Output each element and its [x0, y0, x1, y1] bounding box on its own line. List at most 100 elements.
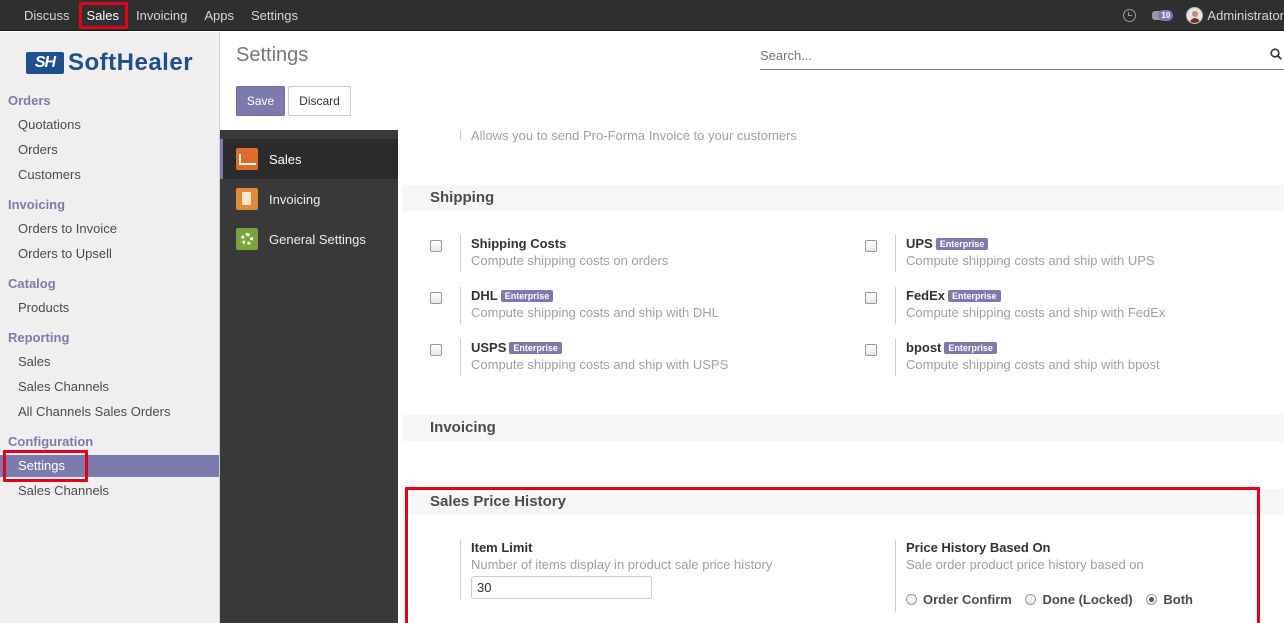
- settings-app-sidebar: Sales Invoicing General Settings: [220, 130, 398, 623]
- gear-icon: [236, 228, 258, 250]
- dhl-checkbox[interactable]: [430, 292, 442, 304]
- app-tab-label: Sales: [269, 151, 302, 167]
- radio-label-done-locked[interactable]: Done (Locked): [1042, 592, 1132, 607]
- search-icon[interactable]: [1270, 48, 1282, 60]
- setting-label: Item Limit: [471, 540, 533, 555]
- user-avatar[interactable]: [1186, 7, 1204, 24]
- setting-label[interactable]: UPS: [906, 236, 933, 251]
- sidebar-item-products[interactable]: Products: [0, 297, 219, 319]
- discard-button[interactable]: Discard: [288, 86, 351, 116]
- app-tab-sales[interactable]: Sales: [220, 139, 398, 179]
- sidebar-item-orders-to-invoice[interactable]: Orders to Invoice: [0, 218, 219, 240]
- sidebar-item-orders[interactable]: Orders: [0, 139, 219, 161]
- setting-shipping-costs: Shipping Costs Compute shipping costs on…: [471, 236, 668, 268]
- setting-description: Compute shipping costs and ship with bpo…: [906, 357, 1160, 372]
- activity-clock-icon[interactable]: [1123, 9, 1137, 22]
- page-title: Settings: [236, 44, 309, 66]
- setting-label[interactable]: bpost: [906, 340, 941, 355]
- chart-line-icon: [236, 148, 258, 170]
- setting-description: Compute shipping costs and ship with UPS: [906, 253, 1155, 268]
- setting-price-history-based-on: Price History Based On Sale order produc…: [906, 540, 1144, 572]
- sidebar-item-config-sales-channels[interactable]: Sales Channels: [0, 480, 219, 502]
- app-tab-general-settings[interactable]: General Settings: [220, 219, 398, 259]
- chat-count-badge: 10: [1158, 9, 1174, 21]
- divider: [460, 287, 461, 324]
- bpost-checkbox[interactable]: [865, 344, 877, 356]
- fedex-checkbox[interactable]: [865, 292, 877, 304]
- setting-description: Sale order product price history based o…: [906, 557, 1144, 572]
- radio-done-locked[interactable]: [1025, 594, 1037, 605]
- setting-label[interactable]: DHL: [471, 288, 498, 303]
- setting-fedex: FedEx Enterprise Compute shipping costs a…: [906, 288, 1165, 320]
- item-limit-input[interactable]: [471, 576, 652, 599]
- sidebar-item-orders-to-upsell[interactable]: Orders to Upsell: [0, 243, 219, 265]
- radio-label-order-confirm[interactable]: Order Confirm: [923, 592, 1012, 607]
- setting-description: Compute shipping costs and ship with Fed…: [906, 305, 1166, 320]
- sidebar-item-quotations[interactable]: Quotations: [0, 114, 219, 136]
- group-title-sales-price-history: Sales Price History: [402, 489, 1284, 515]
- top-navbar: Discuss Sales Invoicing Apps Settings 10…: [0, 0, 1284, 31]
- enterprise-badge: Enterprise: [944, 342, 997, 354]
- divider: [460, 235, 461, 272]
- app-tab-label: General Settings: [269, 231, 366, 247]
- sidebar-item-report-sales-channels[interactable]: Sales Channels: [0, 376, 219, 398]
- setting-label[interactable]: USPS: [471, 340, 506, 355]
- divider: [460, 540, 461, 600]
- setting-item-limit: Item Limit Number of items display in pr…: [471, 540, 772, 572]
- group-title-shipping: Shipping: [402, 185, 1284, 211]
- invoice-document-icon: [236, 188, 258, 210]
- logo-text: SoftHealer: [68, 49, 194, 76]
- divider: [895, 287, 896, 324]
- radio-label-both[interactable]: Both: [1163, 592, 1193, 607]
- enterprise-badge: Enterprise: [509, 342, 562, 354]
- group-title-invoicing: Invoicing: [402, 415, 1284, 441]
- left-sidebar: SH SoftHealer Orders Quotations Orders C…: [0, 32, 220, 623]
- sidebar-section-orders[interactable]: Orders: [8, 93, 51, 108]
- save-button[interactable]: Save: [236, 86, 285, 116]
- divider: [460, 130, 461, 140]
- shipping-costs-checkbox[interactable]: [430, 240, 442, 252]
- sidebar-section-invoicing[interactable]: Invoicing: [8, 197, 65, 212]
- setting-description: Number of items display in product sale …: [471, 557, 773, 572]
- enterprise-badge: Enterprise: [948, 290, 1001, 302]
- sidebar-section-configuration[interactable]: Configuration: [8, 434, 93, 449]
- divider: [895, 540, 896, 612]
- user-name[interactable]: Administrator: [1207, 8, 1284, 23]
- ups-checkbox[interactable]: [865, 240, 877, 252]
- divider: [895, 235, 896, 272]
- company-logo: SH SoftHealer: [26, 49, 194, 76]
- logo-mark: SH: [26, 52, 64, 74]
- setting-usps: USPS Enterprise Compute shipping costs an…: [471, 340, 728, 372]
- divider: [460, 339, 461, 376]
- menu-settings[interactable]: Settings: [243, 5, 306, 27]
- sidebar-item-settings[interactable]: Settings: [0, 455, 219, 477]
- sidebar-section-catalog[interactable]: Catalog: [8, 276, 56, 291]
- main-menu: Discuss Sales Invoicing Apps Settings: [16, 0, 307, 31]
- sidebar-item-all-channels-sales-orders[interactable]: All Channels Sales Orders: [0, 401, 219, 423]
- menu-discuss[interactable]: Discuss: [16, 5, 78, 27]
- setting-label: Price History Based On: [906, 540, 1051, 555]
- systray: 10 Administrator: [1123, 0, 1284, 31]
- menu-sales[interactable]: Sales: [79, 5, 128, 27]
- menu-apps[interactable]: Apps: [196, 5, 242, 27]
- setting-label[interactable]: Shipping Costs: [471, 236, 668, 251]
- sidebar-item-report-sales[interactable]: Sales: [0, 351, 219, 373]
- radio-order-confirm[interactable]: [906, 594, 917, 605]
- setting-description: Compute shipping costs and ship with DHL: [471, 305, 719, 320]
- proforma-description: Allows you to send Pro-Forma Invoice to …: [471, 130, 797, 143]
- setting-label[interactable]: FedEx: [906, 288, 945, 303]
- messaging-icon[interactable]: 10: [1152, 9, 1174, 23]
- usps-checkbox[interactable]: [430, 344, 442, 356]
- app-tab-invoicing[interactable]: Invoicing: [220, 179, 398, 219]
- price-history-radio-group: Order Confirm Done (Locked) Both: [906, 592, 1203, 607]
- divider: [895, 339, 896, 376]
- setting-description: Compute shipping costs and ship with USP…: [471, 357, 729, 372]
- search-input[interactable]: [760, 44, 1260, 66]
- menu-invoicing[interactable]: Invoicing: [128, 5, 195, 27]
- sidebar-section-reporting[interactable]: Reporting: [8, 330, 69, 345]
- setting-ups: UPS Enterprise Compute shipping costs and…: [906, 236, 1155, 268]
- sidebar-item-customers[interactable]: Customers: [0, 164, 219, 186]
- app-tab-label: Invoicing: [269, 191, 321, 207]
- radio-both[interactable]: [1146, 594, 1158, 605]
- setting-bpost: bpost Enterprise Compute shipping costs a…: [906, 340, 1160, 372]
